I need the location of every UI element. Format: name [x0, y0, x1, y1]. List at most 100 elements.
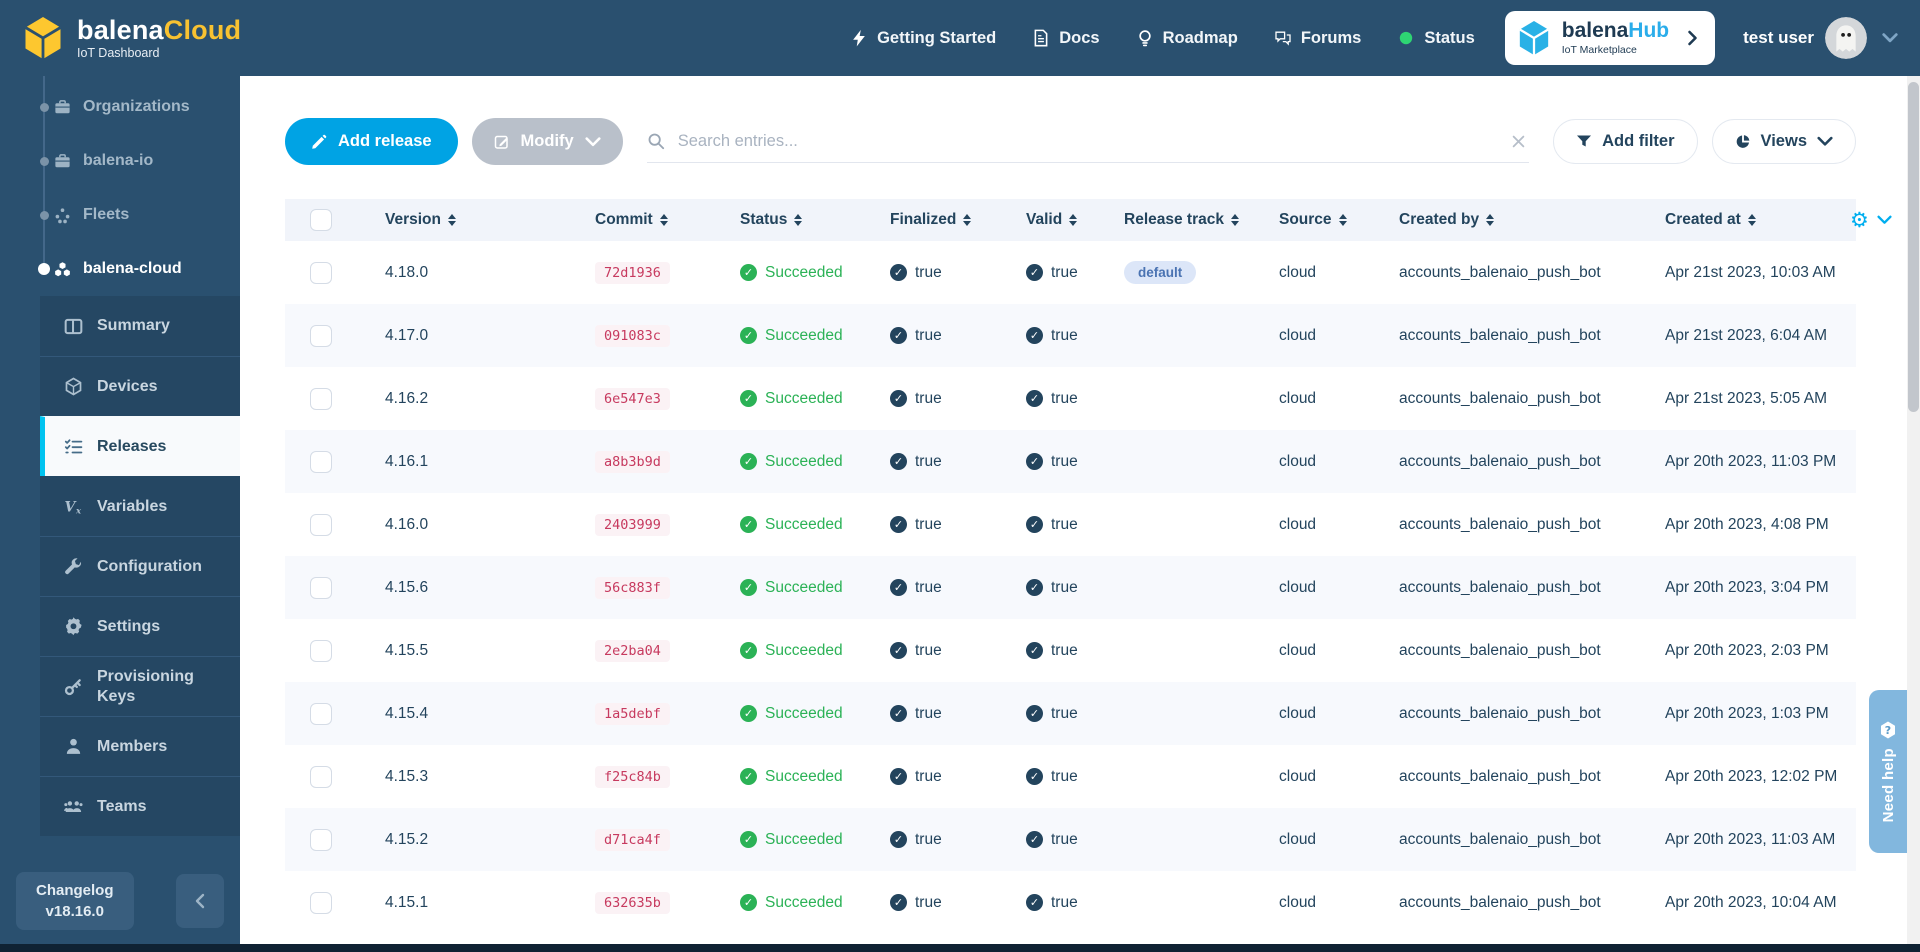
column-header-version[interactable]: Version [385, 211, 595, 229]
search-field [647, 121, 1529, 163]
select-all-checkbox[interactable] [310, 209, 332, 231]
row-checkbox[interactable] [310, 577, 332, 599]
table-row[interactable]: 4.15.3f25c84b✓Succeeded✓true✓truecloudac… [285, 745, 1856, 808]
forums-icon [1274, 29, 1292, 47]
briefcase-icon [54, 153, 71, 170]
sort-icon [963, 214, 971, 226]
row-checkbox[interactable] [310, 766, 332, 788]
cell-status: ✓Succeeded [740, 516, 890, 534]
commit-chip[interactable]: 632635b [595, 892, 670, 914]
table-row[interactable]: 4.18.072d1936✓Succeeded✓true✓truedefault… [285, 241, 1856, 304]
table-row[interactable]: 4.15.2d71ca4f✓Succeeded✓true✓truecloudac… [285, 808, 1856, 871]
user-menu[interactable]: test user [1743, 17, 1898, 59]
row-checkbox[interactable] [310, 388, 332, 410]
row-checkbox[interactable] [310, 892, 332, 914]
column-header-release-track[interactable]: Release track [1124, 211, 1279, 229]
sidebar-tree-balena-cloud[interactable]: balena-cloud [0, 242, 240, 296]
nav-roadmap[interactable]: Roadmap [1136, 29, 1238, 48]
sidebar-item-configuration[interactable]: Configuration [40, 536, 240, 596]
nav-status[interactable]: Status [1397, 29, 1474, 48]
row-checkbox[interactable] [310, 640, 332, 662]
vertical-scrollbar[interactable] [1907, 76, 1920, 952]
status-text: Succeeded [765, 705, 843, 723]
table-row[interactable]: 4.15.41a5debf✓Succeeded✓true✓truecloudac… [285, 682, 1856, 745]
chevron-down-icon [1882, 32, 1898, 44]
balena-hub-button[interactable]: balenaHub IoT Marketplace [1505, 11, 1715, 65]
cell-created-by: accounts_balenaio_push_bot [1399, 579, 1665, 597]
nav-label: Docs [1059, 29, 1099, 48]
row-checkbox[interactable] [310, 829, 332, 851]
need-help-tab[interactable]: ? Need help [1869, 690, 1907, 853]
sidebar-item-settings[interactable]: Settings [40, 596, 240, 656]
sort-icon [660, 214, 668, 226]
nav-forums[interactable]: Forums [1274, 29, 1362, 48]
row-checkbox[interactable] [310, 451, 332, 473]
sidebar-item-releases[interactable]: Releases [40, 416, 240, 476]
commit-chip[interactable]: 2403999 [595, 514, 670, 536]
finalized-text: true [915, 264, 942, 282]
commit-chip[interactable]: 72d1936 [595, 262, 670, 284]
commit-chip[interactable]: 1a5debf [595, 703, 670, 725]
clear-search-icon[interactable] [1512, 135, 1525, 148]
column-header-commit[interactable]: Commit [595, 211, 740, 229]
balena-cloud-logo[interactable]: balenaCloud IoT Dashboard [22, 15, 241, 61]
svg-text:?: ? [1885, 724, 1891, 737]
sidebar-tree-fleets[interactable]: Fleets [0, 188, 240, 242]
top-nav: Getting Started Docs Roadmap Forums Status [850, 29, 1475, 48]
sidebar-item-variables[interactable]: VxVariables [40, 476, 240, 536]
commit-chip[interactable]: 56c883f [595, 577, 670, 599]
table-row[interactable]: 4.16.26e547e3✓Succeeded✓true✓truecloudac… [285, 367, 1856, 430]
check-icon: ✓ [1026, 642, 1043, 659]
column-header-source[interactable]: Source [1279, 211, 1399, 229]
sidebar-item-devices[interactable]: Devices [40, 356, 240, 416]
commit-chip[interactable]: 091083c [595, 325, 670, 347]
sidebar-item-teams[interactable]: Teams [40, 776, 240, 836]
scrollbar-thumb[interactable] [1908, 82, 1919, 412]
balena-cube-icon [22, 15, 64, 61]
row-checkbox[interactable] [310, 703, 332, 725]
views-button[interactable]: Views [1712, 119, 1856, 164]
sidebar-collapse-button[interactable] [176, 874, 224, 928]
add-filter-button[interactable]: Add filter [1553, 119, 1697, 164]
commit-chip[interactable]: f25c84b [595, 766, 670, 788]
sidebar-item-summary[interactable]: Summary [40, 296, 240, 356]
table-row[interactable]: 4.15.656c883f✓Succeeded✓true✓truecloudac… [285, 556, 1856, 619]
row-checkbox[interactable] [310, 514, 332, 536]
commit-chip[interactable]: 2e2ba04 [595, 640, 670, 662]
sort-icon [1486, 214, 1494, 226]
nav-docs[interactable]: Docs [1032, 29, 1099, 48]
row-checkbox[interactable] [310, 325, 332, 347]
cell-created-by: accounts_balenaio_push_bot [1399, 705, 1665, 723]
commit-chip[interactable]: 6e547e3 [595, 388, 670, 410]
sidebar-item-provisioning-keys[interactable]: Provisioning Keys [40, 656, 240, 716]
table-row[interactable]: 4.17.0091083c✓Succeeded✓true✓truecloudac… [285, 304, 1856, 367]
cell-version: 4.15.2 [385, 831, 595, 849]
column-header-created-at[interactable]: Created at [1665, 211, 1850, 229]
row-checkbox[interactable] [310, 262, 332, 284]
sidebar-tree-balena-io[interactable]: balena-io [0, 134, 240, 188]
cell-commit: d71ca4f [595, 829, 740, 851]
table-row[interactable]: 4.15.1632635b✓Succeeded✓true✓truecloudac… [285, 871, 1856, 934]
chevron-down-icon[interactable] [1877, 215, 1892, 225]
column-header-status[interactable]: Status [740, 211, 890, 229]
changelog-button[interactable]: Changelog v18.16.0 [16, 872, 134, 930]
search-input[interactable] [678, 132, 1499, 151]
sort-icon [1069, 214, 1077, 226]
finalized-text: true [915, 390, 942, 408]
check-icon: ✓ [890, 831, 907, 848]
modify-button[interactable]: Modify [472, 118, 623, 165]
cell-created-at: Apr 20th 2023, 2:03 PM [1665, 642, 1850, 660]
table-settings-gear-icon[interactable]: ⚙ [1850, 210, 1869, 231]
column-header-finalized[interactable]: Finalized [890, 211, 1026, 229]
commit-chip[interactable]: d71ca4f [595, 829, 670, 851]
table-row[interactable]: 4.15.52e2ba04✓Succeeded✓true✓truecloudac… [285, 619, 1856, 682]
column-header-created-by[interactable]: Created by [1399, 211, 1665, 229]
sidebar-tree-organizations[interactable]: Organizations [0, 80, 240, 134]
nav-getting-started[interactable]: Getting Started [850, 29, 996, 48]
table-row[interactable]: 4.16.02403999✓Succeeded✓true✓truecloudac… [285, 493, 1856, 556]
commit-chip[interactable]: a8b3b9d [595, 451, 670, 473]
table-row[interactable]: 4.16.1a8b3b9d✓Succeeded✓true✓truecloudac… [285, 430, 1856, 493]
sidebar-item-members[interactable]: Members [40, 716, 240, 776]
column-header-valid[interactable]: Valid [1026, 211, 1124, 229]
add-release-button[interactable]: Add release [285, 118, 458, 165]
